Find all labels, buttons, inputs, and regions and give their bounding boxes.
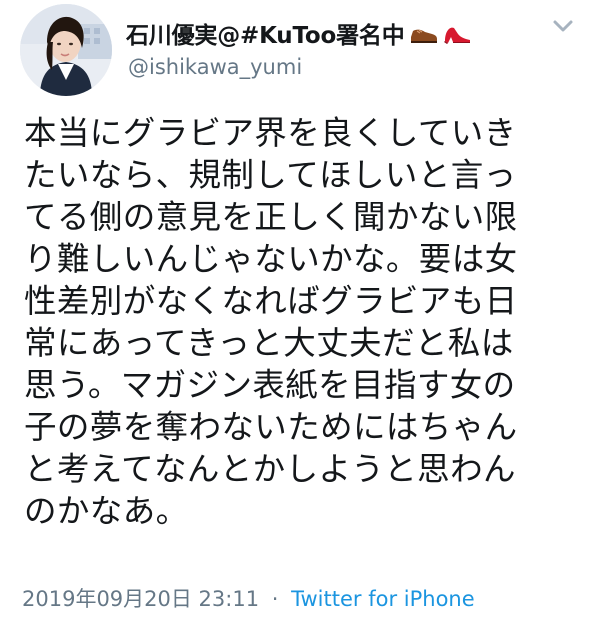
tweet-text-line: り難しいんじゃないかな。要は女 [24,240,518,278]
tweet-text-line: たいなら、規制してほしいと言っ [24,156,517,194]
tweet-text: 本当にグラビア界を良くしていき たいなら、規制してほしいと言っ てる側の意見を正… [24,112,569,532]
username[interactable]: @ishikawa_yumi [128,55,302,79]
tweet-text-line: 性差別がなくなればグラビアも日 [24,282,518,320]
tweet-text-line: 常にあってきっと大丈夫だと私は [24,324,514,362]
chevron-down-icon[interactable] [548,14,578,38]
mans-shoe-icon [408,21,439,45]
tweet-text-line: と考えてなんとかしようと思わん [24,450,516,488]
avatar[interactable] [20,4,112,96]
tweet-text-line: 子の夢を奪わないためにはちゃん [24,408,518,446]
source-link[interactable]: Twitter for iPhone [291,587,475,611]
meta-separator: · [271,587,279,611]
tweet-meta: 2019年09月20日 23:11 · Twitter for iPhone [22,583,475,613]
tweet-text-line: のかなあ。 [24,492,189,530]
high-heel-icon [442,21,473,45]
avatar-image [20,4,112,96]
tweet-text-line: 思う。マガジン表紙を目指す女の [24,366,516,404]
tweet-card: 石川優実@#KuToo署名中 @ishikawa_yumi 本当にグラビア界を良… [0,0,591,640]
display-name[interactable]: 石川優実@#KuToo署名中 [126,16,405,50]
tweet-text-line: てる側の意見を正しく聞かない限 [24,198,518,236]
tweet-text-line: 本当にグラビア界を良くしていき [24,114,517,152]
timestamp[interactable]: 2019年09月20日 23:11 [22,587,259,611]
display-name-row[interactable]: 石川優実@#KuToo署名中 [126,17,473,49]
